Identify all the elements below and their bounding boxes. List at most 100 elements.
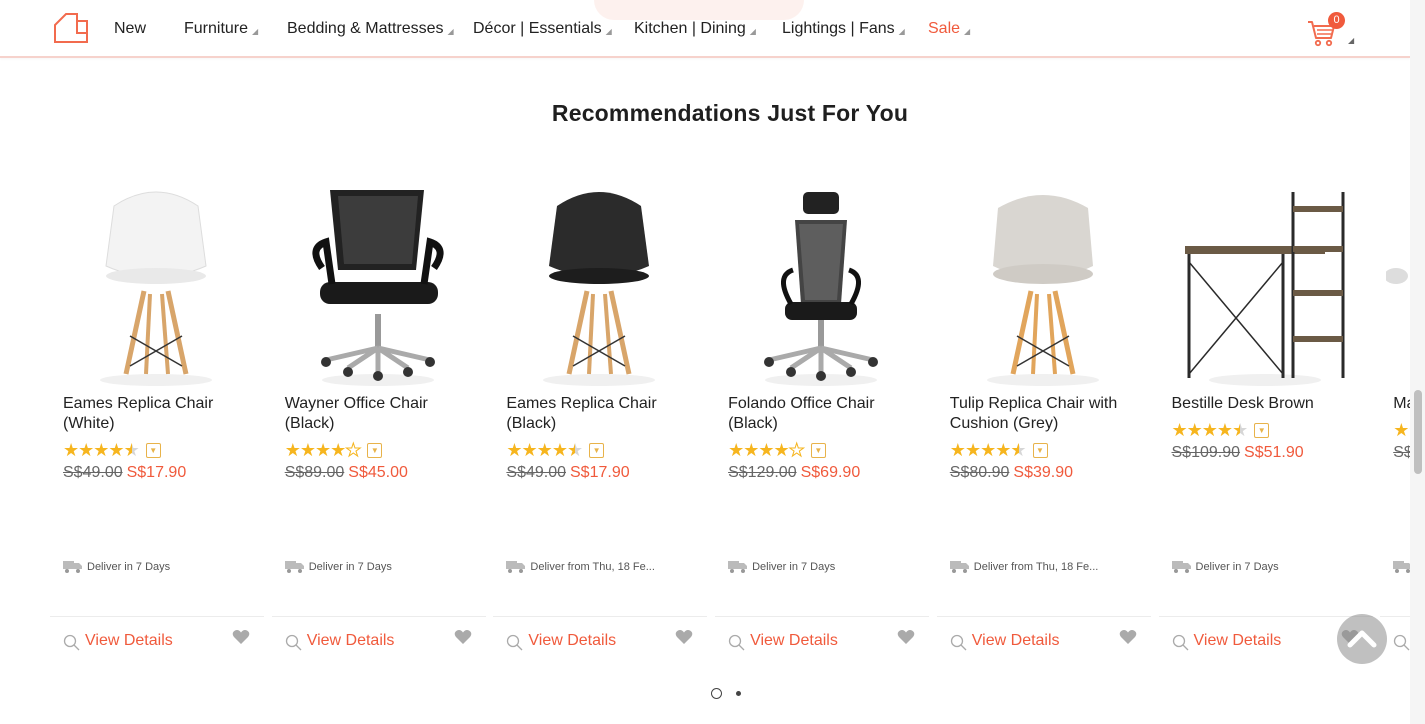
- heart-icon[interactable]: [232, 629, 250, 645]
- rating-dropdown-icon[interactable]: ▼: [810, 443, 826, 458]
- product-image[interactable]: [1165, 186, 1365, 390]
- back-to-top-button[interactable]: [1337, 614, 1387, 664]
- nav-item-label: Lightings | Fans: [782, 20, 895, 37]
- nav-item-lightings-fans[interactable]: Lightings | Fans ◢: [782, 20, 905, 38]
- original-price: S$109.90: [1171, 444, 1241, 461]
- search-icon: [1172, 634, 1188, 651]
- product-image[interactable]: [278, 186, 478, 390]
- view-details-label: View Details: [528, 632, 617, 649]
- view-details-link[interactable]: View Details: [728, 631, 838, 651]
- nav-item-label: Kitchen | Dining: [634, 20, 746, 37]
- product-name[interactable]: Tulip Replica Chair with Cushion (Grey): [950, 394, 1140, 434]
- product-card[interactable]: Bestille Desk Brown ★★★★★ ▼ S$109.90 S$51…: [1158, 180, 1373, 660]
- nav-item-sale[interactable]: Sale ◢: [928, 20, 970, 38]
- nav-item-d-cor-essentials[interactable]: Décor | Essentials ◢: [473, 20, 612, 38]
- cart-button[interactable]: 0 ◢: [1306, 12, 1356, 48]
- product-image[interactable]: [499, 186, 699, 390]
- nav-item-bedding-mattresses[interactable]: Bedding & Mattresses ◢: [287, 20, 454, 38]
- nav-item-label: Décor | Essentials: [473, 20, 602, 37]
- dropdown-arrow-icon: ◢: [447, 27, 454, 36]
- product-rating: ★★★★★ ▼: [728, 440, 826, 461]
- product-card[interactable]: Folando Office Chair (Black) ★★★★★ ▼ S$1…: [715, 180, 930, 660]
- rating-dropdown-icon[interactable]: ▼: [589, 443, 605, 458]
- product-card[interactable]: Wayner Office Chair (Black) ★★★★★ ▼ S$89…: [271, 180, 486, 660]
- nav-item-label: Bedding & Mattresses: [287, 20, 444, 37]
- view-details-link[interactable]: View Details: [506, 631, 616, 651]
- nav-item-new[interactable]: New: [114, 20, 146, 38]
- product-image[interactable]: [721, 186, 921, 390]
- view-details-label: View Details: [306, 632, 395, 649]
- sale-price: S$45.00: [348, 464, 408, 481]
- chevron-up-icon: [1347, 630, 1377, 648]
- home-logo-icon[interactable]: [52, 11, 90, 45]
- star-rating-icons: ★★★★★: [506, 440, 583, 460]
- original-price: S$49.00: [506, 464, 566, 481]
- heart-icon[interactable]: [1119, 629, 1137, 645]
- dropdown-arrow-icon: ◢: [749, 27, 756, 36]
- product-card-footer: View Details: [493, 616, 708, 660]
- product-name[interactable]: Eames Replica Chair (White): [63, 394, 253, 434]
- view-details-link[interactable]: View Details: [1393, 631, 1410, 651]
- view-details-link[interactable]: View Details: [285, 631, 395, 651]
- product-name[interactable]: Ma... Sp...: [1393, 394, 1410, 414]
- cart-count-badge: 0: [1328, 12, 1345, 29]
- heart-icon[interactable]: [897, 629, 915, 645]
- view-details-link[interactable]: View Details: [950, 631, 1060, 651]
- view-details-link[interactable]: View Details: [1172, 631, 1281, 651]
- explore-more-button-faded[interactable]: [594, 0, 804, 20]
- search-icon: [728, 634, 745, 651]
- product-prices: S$80.90 S$39.90: [950, 464, 1073, 482]
- product-card[interactable]: Eames Replica Chair (Black) ★★★★★ ▼ S$49…: [493, 180, 708, 660]
- star-rating-icons: ★★★★★: [1393, 420, 1410, 440]
- product-rating: ★★★★★ ▼: [1172, 420, 1270, 441]
- heart-icon[interactable]: [454, 629, 472, 645]
- rating-dropdown-icon[interactable]: ▼: [1254, 423, 1270, 438]
- star-rating-icons: ★★★★★: [1171, 420, 1249, 440]
- delivery-text: Deliver in 7 Days: [308, 560, 392, 573]
- product-card[interactable]: Tulip Replica Chair with Cushion (Grey) …: [936, 180, 1151, 660]
- original-price: S$49.00: [63, 464, 123, 481]
- view-details-link[interactable]: View Details: [63, 631, 173, 651]
- truck-icon: [63, 561, 82, 573]
- nav-item-kitchen-dining[interactable]: Kitchen | Dining ◢: [634, 20, 756, 38]
- product-name[interactable]: Folando Office Chair (Black): [728, 394, 918, 434]
- dropdown-arrow-icon: ◢: [252, 27, 259, 36]
- product-card[interactable]: Eames Replica Chair (White) ★★★★★ ▼ S$49…: [50, 180, 264, 660]
- sale-price: S$69.90: [800, 464, 861, 481]
- rating-dropdown-icon[interactable]: ▼: [367, 443, 383, 458]
- page-scrollbar-thumb[interactable]: [1414, 390, 1422, 474]
- nav-item-label: New: [114, 20, 147, 37]
- product-prices: S$129.00 S$69.90: [728, 464, 860, 482]
- product-rating: ★★★★★ ▼: [285, 440, 383, 461]
- carousel-dot[interactable]: [736, 691, 741, 696]
- delivery-info: Deliver from Thu, 18 Fe...: [949, 560, 1098, 573]
- nav-item-label: Sale: [928, 20, 961, 37]
- star-rating-icons: ★★★★★: [63, 440, 140, 460]
- nav-item-furniture[interactable]: Furniture ◢: [184, 20, 258, 38]
- product-name[interactable]: Bestille Desk Brown: [1172, 394, 1362, 414]
- product-rating: ★★★★★ ▼: [1393, 420, 1410, 441]
- product-prices: S$89.00 S$45.00: [285, 464, 408, 482]
- heart-icon[interactable]: [675, 629, 693, 645]
- product-prices: S$109.90 S$51.90: [1172, 444, 1304, 462]
- product-name[interactable]: Wayner Office Chair (Black): [285, 394, 475, 434]
- product-card[interactable]: Ma... Sp... ★★★★★ ▼ S$...: [1380, 180, 1410, 660]
- search-icon: [950, 634, 967, 651]
- product-image[interactable]: [943, 186, 1143, 390]
- rating-dropdown-icon[interactable]: ▼: [145, 443, 161, 458]
- dropdown-arrow-icon: ◢: [605, 27, 612, 36]
- product-image[interactable]: [1386, 186, 1410, 390]
- carousel-dot-active[interactable]: [711, 688, 722, 699]
- product-image[interactable]: [56, 186, 256, 390]
- star-rating-icons: ★★★★★: [728, 440, 805, 461]
- page-scrollbar-track[interactable]: [1410, 0, 1425, 724]
- product-name[interactable]: Eames Replica Chair (Black): [506, 394, 696, 434]
- view-details-label: View Details: [971, 632, 1060, 649]
- product-rating: ★★★★★ ▼: [63, 440, 161, 461]
- delivery-text: Deliver in 7 Days: [752, 560, 836, 573]
- rating-dropdown-icon[interactable]: ▼: [1032, 443, 1048, 458]
- search-icon: [507, 634, 523, 651]
- cart-dropdown-arrow-icon[interactable]: ◢: [1348, 36, 1354, 45]
- product-card-footer: View Details: [936, 616, 1151, 660]
- truck-icon: [284, 561, 304, 573]
